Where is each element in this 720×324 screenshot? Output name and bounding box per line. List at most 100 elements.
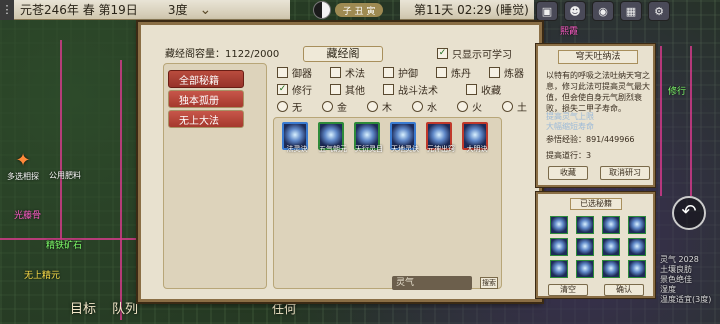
filter-label: 御器 xyxy=(292,69,312,80)
selected-slot[interactable] xyxy=(576,260,594,278)
clear-button[interactable]: 清空 xyxy=(548,284,588,296)
book-slot[interactable]: 元神出窍 xyxy=(426,122,455,153)
hud-icon-group: ▣ ☻ ◉ ▦ ⚙ xyxy=(536,0,670,22)
element-radio[interactable] xyxy=(322,101,333,112)
element-radio[interactable] xyxy=(502,101,513,112)
goal-button[interactable]: 目标 xyxy=(70,298,96,317)
selected-slot[interactable] xyxy=(628,238,646,256)
element-row: 无 金 木 水 火 土 xyxy=(277,99,527,114)
book-slot[interactable]: 法灵诀 xyxy=(282,122,308,153)
book-dao: 提高道行：3 xyxy=(546,151,592,160)
element-radio[interactable] xyxy=(367,101,378,112)
book-name: 法灵诀 xyxy=(286,145,308,153)
filter-checkbox[interactable] xyxy=(330,84,341,95)
book-slot[interactable]: 天地灵诀 xyxy=(390,122,419,153)
filter-label: 战斗法术 xyxy=(398,86,438,97)
book-effect: 提高灵气上限 xyxy=(546,112,594,121)
selected-slot[interactable] xyxy=(550,238,568,256)
filter-checkbox[interactable] xyxy=(330,67,341,78)
filter-checkbox[interactable] xyxy=(436,67,447,78)
filter-checkbox[interactable] xyxy=(277,67,288,78)
team-button[interactable]: 队列 xyxy=(112,298,138,317)
only-learnable-toggle[interactable]: ✓ 只显示可学习 xyxy=(437,46,512,61)
confirm-button[interactable]: 确认 xyxy=(604,284,644,296)
filter-label: 收藏 xyxy=(481,86,501,97)
taiji-icon xyxy=(312,1,331,19)
only-learnable-checkbox[interactable]: ✓ xyxy=(437,48,448,59)
element-label: 木 xyxy=(382,103,392,114)
book-exp: 参悟经验：891/449966 xyxy=(546,135,635,144)
task-button[interactable]: 任何 xyxy=(272,300,296,317)
world-icon[interactable]: ◉ xyxy=(592,1,614,21)
book-slot[interactable]: 五气朝元 xyxy=(318,122,347,153)
library-capacity: 藏经阁容量：1122/2000 xyxy=(165,49,280,60)
map-icon[interactable]: ▦ xyxy=(620,1,642,21)
selected-slot[interactable] xyxy=(576,216,594,234)
filter-checkbox[interactable] xyxy=(466,84,477,95)
public-field-button[interactable]: 公用肥料 xyxy=(40,170,90,181)
element-radio[interactable] xyxy=(457,101,468,112)
filter-checkbox[interactable]: ✓ xyxy=(277,84,288,95)
selected-slot[interactable] xyxy=(550,216,568,234)
time-dial[interactable]: 子 丑 寅 xyxy=(312,0,384,20)
filter-row: 御器 术法 护御 炼丹 炼器 xyxy=(277,65,524,80)
selected-slot[interactable] xyxy=(628,216,646,234)
cancel-study-button[interactable]: 取消研习 xyxy=(600,166,650,180)
filter-row: ✓ 修行 其他 战斗法术 收藏 xyxy=(277,82,501,97)
book-slot[interactable]: 天衍灵目 xyxy=(354,122,383,153)
element-label: 金 xyxy=(337,103,347,114)
selected-title: 已选秘籍 xyxy=(570,198,622,210)
map-label: 熙霞 xyxy=(560,27,579,37)
public-field-label: 公用肥料 xyxy=(49,171,81,180)
selected-slot[interactable] xyxy=(576,238,594,256)
time-display: 第11天 02:29 (睡觉) xyxy=(400,0,534,20)
selected-slot[interactable] xyxy=(602,238,620,256)
gear-icon[interactable]: ⚙ xyxy=(648,1,670,21)
filter-label: 术法 xyxy=(345,69,365,80)
selected-slot[interactable] xyxy=(602,216,620,234)
book-effect: 大幅缩短寿命 xyxy=(546,122,594,131)
category-panel: 全部秘籍 独本孤册 无上大法 xyxy=(163,63,267,289)
library-dialog: 藏经阁容量：1122/2000 藏经阁 ✓ 只显示可学习 全部秘籍 独本孤册 无… xyxy=(138,22,542,302)
common-seek-button[interactable]: ✦ 多选相探 xyxy=(6,150,40,182)
person-icon[interactable]: ☻ xyxy=(564,1,586,21)
filter-checkbox[interactable] xyxy=(383,67,394,78)
element-label: 火 xyxy=(472,103,482,114)
filter-checkbox[interactable] xyxy=(383,84,394,95)
selected-slot[interactable] xyxy=(550,260,568,278)
filter-label: 修行 xyxy=(292,86,312,97)
back-arrow-icon[interactable]: ↶ xyxy=(672,196,706,230)
filter-label: 护御 xyxy=(398,69,418,80)
element-radio[interactable] xyxy=(277,101,288,112)
book-slot[interactable]: 大明诀 xyxy=(462,122,488,153)
tab-supreme-arts[interactable]: 无上大法 xyxy=(168,110,244,128)
save-icon[interactable]: ▣ xyxy=(536,1,558,21)
tab-unique-books[interactable]: 独本孤册 xyxy=(168,90,244,108)
selected-slot[interactable] xyxy=(628,260,646,278)
map-road xyxy=(120,60,122,320)
book-name: 天衍灵目 xyxy=(355,145,383,153)
element-label: 无 xyxy=(292,103,302,114)
menu-icon[interactable]: ⋮ xyxy=(0,0,14,20)
search-button[interactable]: 搜索 xyxy=(480,277,498,289)
dialog-title: 藏经阁 xyxy=(303,46,383,62)
element-label: 水 xyxy=(427,103,437,114)
book-description: 以特有的呼吸之法吐纳天穹之息，修习此法可提高灵气最大值，但会使自身元气剧烈衰败，… xyxy=(546,71,650,113)
chevron-down-icon[interactable]: ⌄ xyxy=(199,2,211,18)
seek-icon: ✦ xyxy=(15,150,31,171)
map-road xyxy=(660,46,662,196)
selected-slot[interactable] xyxy=(602,260,620,278)
book-name: 五气朝元 xyxy=(319,145,347,153)
date-bar: ⋮ 元苍246年 春 第19日 3度 ⌄ xyxy=(0,0,290,20)
map-label: 无上精元 xyxy=(24,271,61,281)
tab-all-books[interactable]: 全部秘籍 xyxy=(168,70,244,88)
game-date: 元苍246年 春 第19日 xyxy=(20,3,138,17)
map-label: 修行 xyxy=(668,87,687,97)
collect-button[interactable]: 收藏 xyxy=(548,166,588,180)
book-name: 天地灵诀 xyxy=(391,145,419,153)
search-input[interactable]: 灵气 xyxy=(392,276,472,290)
book-grid: 法灵诀 五气朝元 天衍灵目 天地灵诀 元神出窍 大明诀 xyxy=(273,117,502,289)
element-radio[interactable] xyxy=(412,101,423,112)
map-label: 精铁矿石 xyxy=(46,241,83,251)
filter-checkbox[interactable] xyxy=(489,67,500,78)
